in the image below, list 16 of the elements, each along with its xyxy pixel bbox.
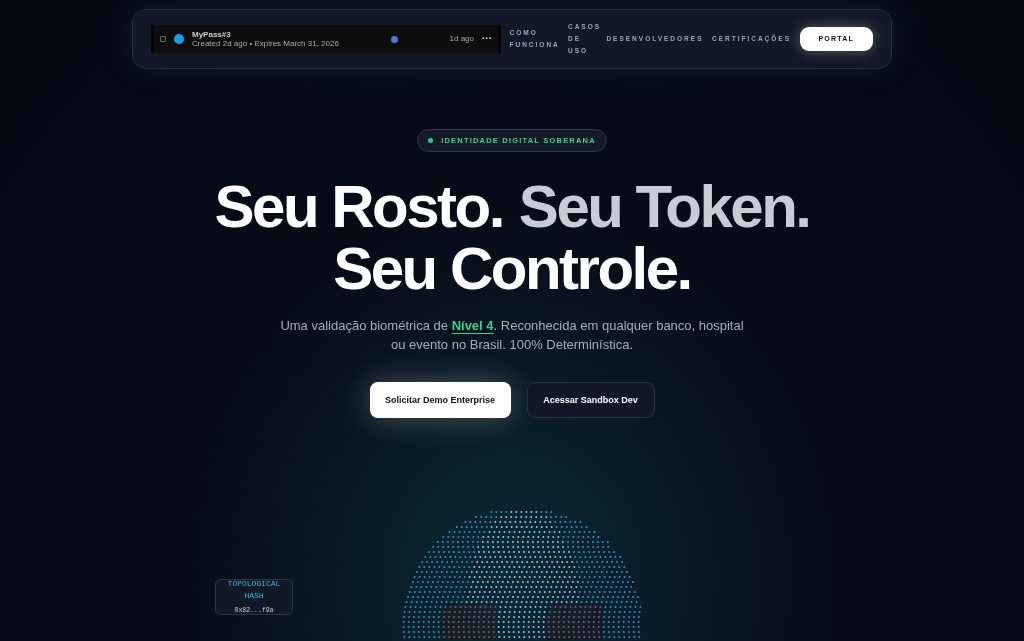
checkbox[interactable] (160, 36, 166, 42)
hash-label: TOPOLOGICAL HASH (226, 578, 282, 603)
status-dot-icon (390, 35, 398, 43)
status-dot-icon (428, 138, 434, 144)
pass-title: MyPass#3 (192, 29, 232, 39)
avatar-icon (174, 34, 184, 44)
demo-button[interactable]: Solicitar Demo Enterprise (369, 382, 511, 419)
sandbox-button[interactable]: Acessar Sandbox Dev (526, 382, 655, 419)
pass-list-row[interactable]: MyPass#3 Created 2d ago • Expires March 31, 2026 1d ago ··· (151, 25, 501, 53)
headline-text: Seu Token. (518, 176, 810, 239)
subtitle-text: Uma validação biométrica de Nível 4. Reconhecida em qualquer banco, hospital ou evento no Brasil. 100% Determinística. (279, 317, 745, 355)
pass-subtitle: Created 2d ago • Expires March 31, 2026 (192, 39, 339, 49)
headline-text: Seu Controle. (333, 238, 691, 301)
headline-text: Seu Rosto. (214, 176, 503, 239)
more-menu-button[interactable]: ··· (482, 33, 492, 45)
pass-time: 1d ago (449, 34, 474, 44)
